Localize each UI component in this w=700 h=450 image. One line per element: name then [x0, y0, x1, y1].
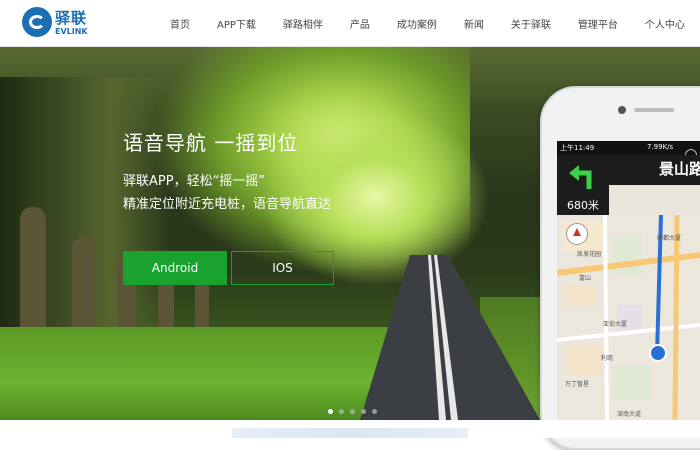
hero-subtitle-line1: 驿联APP，轻松“摇一摇” — [123, 174, 266, 189]
status-network-speed: 7.99K/s — [647, 143, 674, 151]
current-road-name: 景山路 — [659, 160, 700, 178]
logo-mark-icon — [22, 7, 52, 37]
main-menu: 首页 APP下载 驿路相伴 产品 成功案例 新闻 关于驿联 管理平台 个人中心 — [170, 0, 700, 46]
menu-item-products[interactable]: 产品 — [350, 16, 370, 31]
phone-speaker — [634, 108, 674, 112]
map-poi: 万丁暂星 — [565, 381, 590, 388]
menu-item-journey[interactable]: 驿路相伴 — [283, 16, 323, 31]
compass-icon[interactable] — [566, 223, 588, 245]
menu-item-news[interactable]: 新闻 — [464, 16, 484, 31]
next-section-image — [232, 428, 468, 438]
android-download-button[interactable]: Android — [123, 251, 227, 285]
menu-item-app-download[interactable]: APP下载 — [217, 16, 256, 31]
carousel-dot[interactable] — [361, 409, 366, 414]
menu-item-about[interactable]: 关于驿联 — [511, 16, 551, 31]
hero-subtitle-line2: 精准定位附近充电桩，语音导航直达 — [123, 197, 332, 212]
menu-item-home[interactable]: 首页 — [170, 16, 190, 31]
map-poi: 富山 — [579, 275, 592, 282]
menu-item-cases[interactable]: 成功案例 — [397, 16, 437, 31]
logo-english: EVLINK — [55, 27, 88, 36]
phone-screen: 上午11:49 7.99K/s 680米 景山路 丽都大厦 凯发花园 富山 亚伯… — [557, 141, 700, 420]
evlink-logo[interactable]: 驿联 EVLINK — [22, 7, 88, 41]
logo-chinese: 驿联 — [55, 9, 88, 27]
carousel-dots — [328, 409, 383, 414]
status-time: 上午11:49 — [560, 144, 595, 152]
map-poi: 亚伯大厦 — [603, 321, 628, 328]
menu-item-admin-platform[interactable]: 管理平台 — [578, 16, 618, 31]
turn-left-arrow-icon — [569, 165, 592, 189]
map-poi: 深南大道 — [617, 411, 642, 418]
carousel-dot[interactable] — [372, 409, 377, 414]
carousel-dot[interactable] — [328, 409, 333, 414]
map-poi: 丽都大厦 — [657, 235, 682, 242]
ios-download-button[interactable]: IOS — [231, 251, 334, 285]
phone-status-bar: 上午11:49 7.99K/s — [557, 141, 700, 161]
carousel-dot[interactable] — [350, 409, 355, 414]
turn-distance: 680米 — [567, 199, 599, 212]
carousel-dot[interactable] — [339, 409, 344, 414]
menu-item-user-center[interactable]: 个人中心 — [645, 16, 685, 31]
top-navigation: 驿联 EVLINK 首页 APP下载 驿路相伴 产品 成功案例 新闻 关于驿联 … — [0, 0, 700, 47]
map-poi: 利琏 — [601, 355, 614, 362]
turn-instruction-panel: 680米 — [557, 155, 609, 215]
hero-title: 语音导航 一摇到位 — [123, 131, 299, 155]
map-poi: 凯发花园 — [577, 251, 602, 258]
phone-camera-icon — [618, 106, 626, 114]
navigation-map — [557, 215, 700, 420]
current-location-pin-icon — [649, 344, 667, 362]
